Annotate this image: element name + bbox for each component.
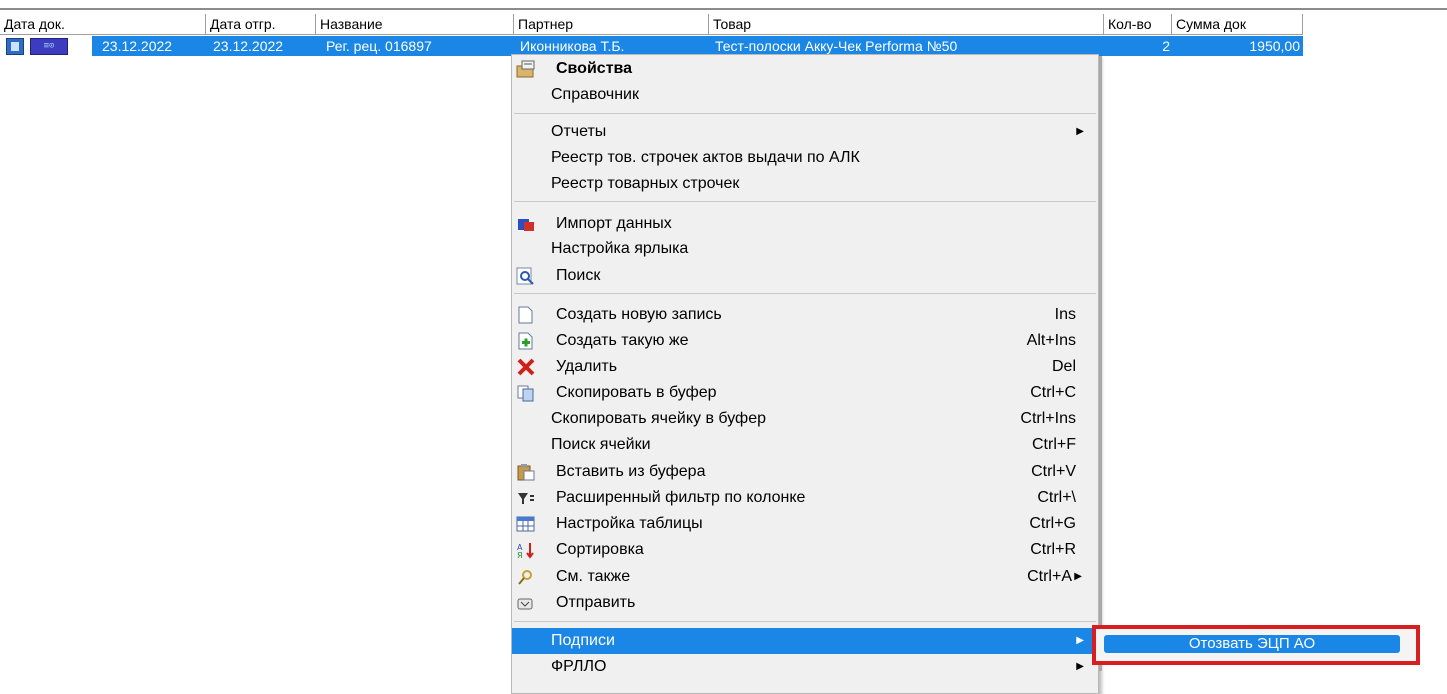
cell-product[interactable]: Тест-полоски Акку-Чек Performa №50 xyxy=(715,36,1101,56)
menu-separator xyxy=(514,113,1096,114)
signatures-submenu: Отозвать ЭЦП АО xyxy=(1092,625,1420,665)
menu-item-delete[interactable]: Удалить Del xyxy=(512,354,1098,380)
menu-item-create-same[interactable]: Создать такую же Alt+Ins xyxy=(512,328,1098,354)
menu-separator xyxy=(514,621,1096,622)
cell-sum[interactable]: 1950,00 xyxy=(1172,36,1300,56)
status-tag-icon: ≡⊙ xyxy=(30,38,68,55)
top-border xyxy=(0,8,1447,10)
submenu-arrow-icon: ▶ xyxy=(1076,126,1084,137)
menu-item-send[interactable]: Отправить xyxy=(512,590,1098,616)
menu-item-signatures[interactable]: Подписи ▶ xyxy=(512,628,1098,654)
menu-item-properties[interactable]: Свойства xyxy=(512,56,1098,82)
table-settings-icon xyxy=(516,515,536,533)
menu-item-reference[interactable]: Справочник xyxy=(512,82,1098,108)
cell-qty[interactable]: 2 xyxy=(1104,36,1170,56)
column-header-product[interactable]: Товар xyxy=(709,14,1104,34)
menu-item-table-settings[interactable]: Настройка таблицы Ctrl+G xyxy=(512,511,1098,537)
menu-separator xyxy=(514,293,1096,294)
menu-item-create-new[interactable]: Создать новую запись Ins xyxy=(512,302,1098,328)
menu-item-import[interactable]: Импорт данных xyxy=(512,211,1098,237)
menu-item-revoke-signature[interactable]: Отозвать ЭЦП АО xyxy=(1104,635,1400,653)
menu-item-goods-register[interactable]: Реестр товарных строчек xyxy=(512,171,1098,197)
sort-icon: АЯ xyxy=(516,541,536,560)
menu-item-search[interactable]: Поиск xyxy=(512,263,1098,289)
menu-item-reports[interactable]: Отчеты ▶ xyxy=(512,119,1098,145)
submenu-arrow-icon: ▶ xyxy=(1074,571,1082,582)
column-header-ship-date[interactable]: Дата отгр. xyxy=(206,14,316,34)
menu-item-frllo[interactable]: ФРЛЛО ▶ xyxy=(512,654,1098,680)
row-status-icons: ≡⊙ xyxy=(6,38,68,55)
column-header-partner[interactable]: Партнер xyxy=(514,14,709,34)
properties-icon xyxy=(516,60,536,78)
cell-partner[interactable]: Иконникова Т.Б. xyxy=(520,36,706,56)
column-header-sum[interactable]: Сумма док xyxy=(1172,14,1303,34)
menu-item-copy[interactable]: Скопировать в буфер Ctrl+C xyxy=(512,380,1098,406)
delete-icon xyxy=(516,358,536,376)
column-header-doc-date[interactable]: Дата док. xyxy=(0,14,206,34)
menu-item-find-cell[interactable]: Поиск ячейки Ctrl+F xyxy=(512,432,1098,458)
submenu-arrow-icon: ▶ xyxy=(1076,635,1084,646)
document-icon xyxy=(6,38,24,55)
context-menu: Свойства Справочник Отчеты ▶ Реестр тов.… xyxy=(511,54,1099,694)
menu-item-see-also[interactable]: См. также Ctrl+A ▶ xyxy=(512,564,1098,590)
new-document-icon xyxy=(516,306,536,324)
send-icon xyxy=(516,594,536,612)
menu-item-paste[interactable]: Вставить из буфера Ctrl+V xyxy=(512,459,1098,485)
cell-name[interactable]: Рег. рец. 016897 xyxy=(326,36,506,56)
menu-item-shortcut-settings[interactable]: Настройка ярлыка xyxy=(512,236,1098,262)
import-icon xyxy=(516,215,536,233)
column-header-qty[interactable]: Кол-во xyxy=(1104,14,1172,34)
submenu-arrow-icon: ▶ xyxy=(1076,661,1084,672)
menu-item-copy-cell[interactable]: Скопировать ячейку в буфер Ctrl+Ins xyxy=(512,406,1098,432)
menu-shadow xyxy=(1099,56,1102,671)
search-icon xyxy=(516,267,536,285)
cell-ship-date[interactable]: 23.12.2022 xyxy=(213,36,311,56)
menu-item-extended-filter[interactable]: Расширенный фильтр по колонке Ctrl+\ xyxy=(512,485,1098,511)
header-divider xyxy=(0,34,1303,35)
svg-text:Я: Я xyxy=(517,551,523,559)
see-also-icon xyxy=(516,568,536,586)
menu-item-sort[interactable]: АЯ Сортировка Ctrl+R xyxy=(512,537,1098,563)
menu-item-alk-register[interactable]: Реестр тов. строчек актов выдачи по АЛК xyxy=(512,145,1098,171)
paste-icon xyxy=(516,463,536,481)
copy-icon xyxy=(516,384,536,402)
menu-separator xyxy=(514,201,1096,202)
cell-doc-date[interactable]: 23.12.2022 xyxy=(102,36,200,56)
column-header-name[interactable]: Название xyxy=(316,14,514,34)
table-row[interactable]: ≡⊙ 23.12.2022 23.12.2022 Рег. рец. 01689… xyxy=(0,36,1303,56)
duplicate-icon xyxy=(516,332,536,350)
filter-icon xyxy=(516,489,536,507)
